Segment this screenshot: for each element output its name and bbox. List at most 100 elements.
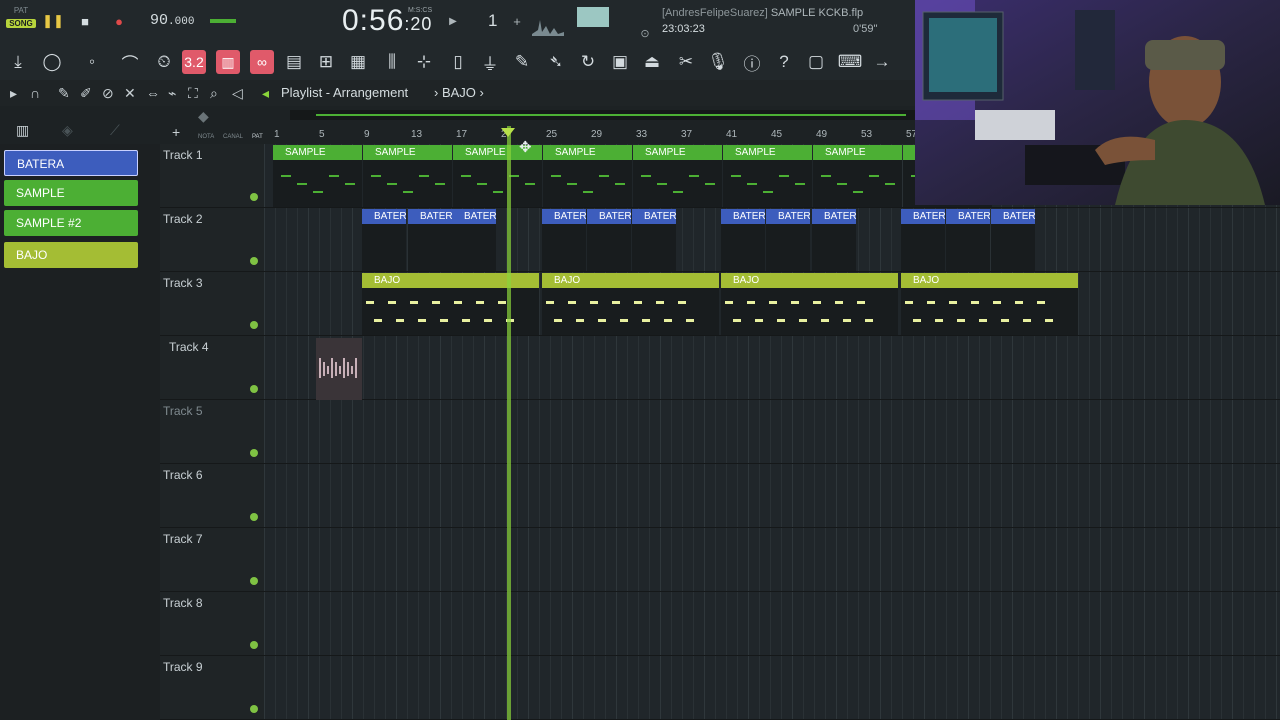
audio-clip[interactable]	[316, 338, 362, 400]
browser-icon[interactable]: ⊹	[412, 50, 436, 74]
track-enable-led[interactable]	[250, 321, 258, 329]
back-arrow-icon[interactable]: ◂	[262, 85, 269, 102]
track-header[interactable]: Track 1	[160, 144, 264, 208]
piano-keys-icon[interactable]: ▥	[16, 122, 29, 139]
playlist-icon[interactable]: ▤	[282, 50, 306, 74]
playhead[interactable]	[507, 126, 511, 720]
add-track-icon[interactable]: +	[172, 124, 180, 140]
automation-icon[interactable]: ➴	[544, 50, 568, 74]
piano-roll-icon[interactable]: ▦	[346, 50, 370, 74]
step-edit-icon[interactable]: 3.2	[182, 50, 206, 74]
dial-icon[interactable]: ◦	[80, 50, 104, 74]
keyboard-icon[interactable]: ⌨	[838, 50, 863, 74]
track-header[interactable]: Track 7	[160, 528, 264, 592]
track-enable-led[interactable]	[250, 577, 258, 585]
sample-clip[interactable]: SAMPLE	[813, 145, 902, 207]
tempo-display[interactable]: 90.000	[150, 12, 194, 29]
mixer-icon[interactable]: ⫼	[380, 50, 404, 74]
delete-icon[interactable]: ⊘	[102, 85, 114, 102]
bajo-clip[interactable]: BAJO	[721, 273, 898, 335]
track-header[interactable]: Track 2	[160, 208, 264, 272]
record-icon[interactable]: ●	[110, 12, 128, 30]
add-pattern-icon[interactable]: +	[508, 12, 526, 30]
batera-clip[interactable]: BATERA	[408, 209, 452, 271]
batera-clip[interactable]: BATERA	[542, 209, 586, 271]
menu-arrow-icon[interactable]: ▸	[10, 85, 17, 102]
zoom-icon[interactable]: ⌕	[210, 85, 218, 102]
timeline-ruler[interactable]: 1 5 9 13 17 2 25 29 33 37 41 45 49 53 57	[270, 126, 917, 144]
track-header[interactable]: Track 6	[160, 464, 264, 528]
window-icon[interactable]: ▢	[804, 50, 828, 74]
batera-clip[interactable]: BATERA	[632, 209, 676, 271]
automation-clip-icon[interactable]: ⟋	[110, 122, 120, 139]
track-header[interactable]: Track 5	[160, 400, 264, 464]
bajo-clip[interactable]: BAJO	[901, 273, 1078, 335]
batera-clip[interactable]: BATERA	[452, 209, 496, 271]
track-enable-led[interactable]	[250, 193, 258, 201]
stop-icon[interactable]: ■	[76, 12, 94, 30]
piano-record-icon[interactable]: ▥	[216, 50, 240, 74]
track-header[interactable]: Track 3	[160, 272, 264, 336]
track-enable-led[interactable]	[250, 257, 258, 265]
playhead-marker-icon[interactable]	[501, 128, 515, 137]
track-enable-led[interactable]	[250, 449, 258, 457]
pause-icon[interactable]: ❚❚	[42, 12, 64, 30]
paint-icon[interactable]: ✐	[80, 85, 92, 102]
batera-clip[interactable]: BATERA	[587, 209, 631, 271]
microphone-icon[interactable]: 🎙	[706, 50, 730, 74]
slip-icon[interactable]: ⇔	[146, 85, 160, 101]
track-header[interactable]: Track 4	[160, 336, 264, 400]
bajo-clip[interactable]: BAJO	[542, 273, 719, 335]
track-header[interactable]: Track 9	[160, 656, 264, 720]
sample-clip[interactable]: SAMPLE	[363, 145, 452, 207]
pencil-icon[interactable]: ✎	[58, 85, 70, 102]
playlist-grid[interactable]: SAMPLE SAMPLE SAMPLE SAMPLE SAMPLE SAMPLE SAMP…	[264, 144, 1280, 720]
batera-clip[interactable]: BATERA	[991, 209, 1035, 271]
playback-icon[interactable]: ◁	[232, 85, 243, 102]
batera-clip[interactable]: BATERA	[812, 209, 856, 271]
knob-icon[interactable]: ◯	[40, 50, 64, 74]
track-enable-led[interactable]	[250, 385, 258, 393]
metronome-icon[interactable]: ⏲	[152, 50, 176, 74]
sample-clip[interactable]: SAMPLE	[723, 145, 812, 207]
slice-icon[interactable]: ⌁	[168, 85, 176, 102]
info-icon[interactable]: ⓘ	[740, 50, 764, 74]
pattern-item[interactable]: BAJO	[4, 242, 138, 268]
batera-clip[interactable]: BATERA	[362, 209, 406, 271]
track-header[interactable]: Track 8	[160, 592, 264, 656]
render-icon[interactable]: ⏏	[640, 50, 664, 74]
bajo-clip[interactable]: BAJO	[362, 273, 539, 335]
pattern-number[interactable]: 1	[488, 11, 497, 31]
track-enable-led[interactable]	[250, 641, 258, 649]
sample-clip[interactable]: SAMPLE	[543, 145, 632, 207]
brush-icon[interactable]: ✎	[510, 50, 534, 74]
magnet-icon[interactable]: ∩	[30, 85, 40, 101]
help-icon[interactable]: ?	[772, 50, 796, 74]
batera-clip[interactable]: BATERA	[721, 209, 765, 271]
channel-rack-icon[interactable]: ⊞	[314, 50, 338, 74]
batera-clip[interactable]: BATERA	[901, 209, 945, 271]
track-enable-led[interactable]	[250, 705, 258, 713]
mute-icon[interactable]: ✕	[124, 85, 136, 102]
batera-clip[interactable]: BATERA	[946, 209, 990, 271]
refresh-icon[interactable]: ↻	[576, 50, 600, 74]
track-enable-led[interactable]	[250, 513, 258, 521]
batera-clip[interactable]: BATERA	[766, 209, 810, 271]
waveform-icon[interactable]: ◈	[62, 122, 73, 139]
sample-clip[interactable]: SAMPLE	[273, 145, 362, 207]
pat-song-toggle[interactable]: PAT SONG	[6, 6, 36, 36]
curve-icon[interactable]: ⌒	[118, 50, 142, 74]
file-icon[interactable]: ▯	[446, 50, 470, 74]
mini-knob-icon[interactable]: ◆	[198, 108, 209, 125]
pattern-item[interactable]: BATERA	[4, 150, 138, 176]
play-arrow-icon[interactable]: ▶	[444, 12, 462, 30]
overview-scrollbar[interactable]	[290, 110, 915, 120]
master-volume-slider[interactable]	[210, 19, 236, 23]
arrow-right-icon[interactable]: →	[870, 50, 894, 74]
plugin-icon[interactable]: ⏚	[478, 50, 502, 74]
sample-clip[interactable]: SAMPLE	[633, 145, 722, 207]
save-icon[interactable]: ▣	[608, 50, 632, 74]
cut-icon[interactable]: ✂	[674, 50, 698, 74]
select-icon[interactable]: ⛶	[188, 85, 198, 102]
loop-record-icon[interactable]: ∞	[250, 50, 274, 74]
